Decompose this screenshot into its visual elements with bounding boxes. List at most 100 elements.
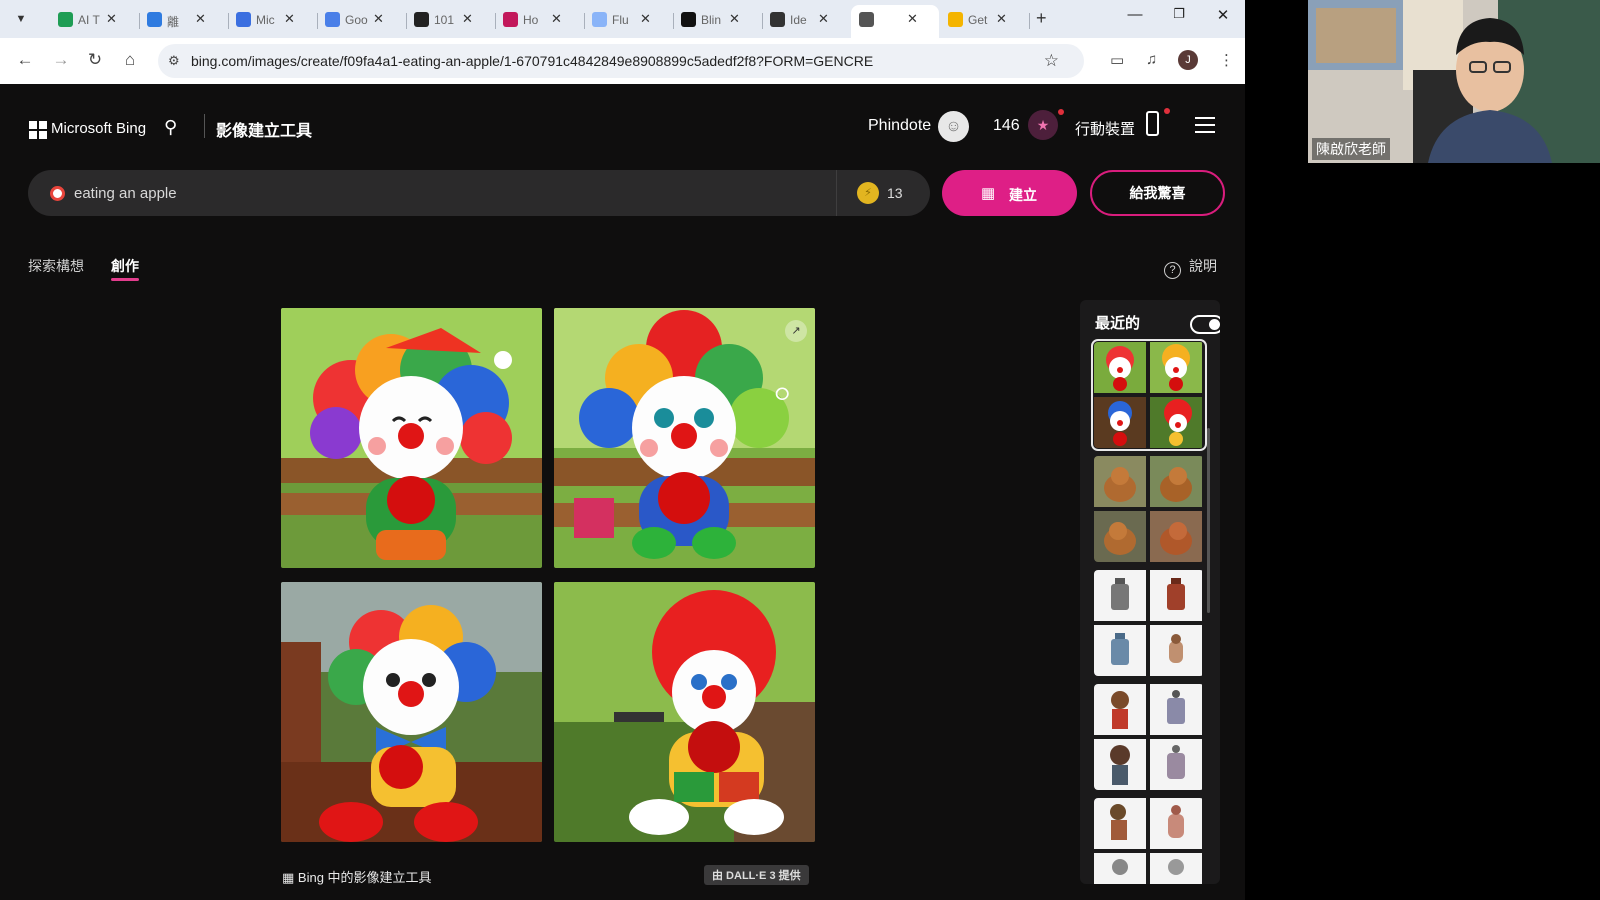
browser-tab[interactable]: Ho ✕ — [495, 5, 585, 35]
app-icon — [503, 12, 518, 27]
rewards-points[interactable]: 146 — [993, 117, 1020, 135]
openai-icon — [770, 12, 785, 27]
user-name[interactable]: Phindote — [868, 117, 931, 135]
create-button[interactable]: ▦ 建立 — [942, 170, 1077, 216]
screen: ▼ AI T ✕ 離 ✕ Mic ✕ Goo ✕ 101 ✕ Ho ✕ Flu ✕ Blin ✕ Ide ✕ ✕ Ge… — [0, 0, 1600, 900]
tab-search-chevron-icon[interactable]: ▼ — [10, 8, 32, 30]
tab-close-icon[interactable]: ✕ — [551, 11, 562, 27]
browser-tab[interactable]: Goo ✕ — [317, 5, 407, 35]
create-button-label: 建立 — [1009, 187, 1037, 203]
home-button[interactable]: ⌂ — [119, 50, 141, 70]
rewards-trophy-icon[interactable]: ★ — [1028, 110, 1058, 140]
bookmark-star-icon[interactable]: ☆ — [1044, 51, 1059, 71]
webcam-overlay: 陳啟欣老師 — [1308, 0, 1600, 163]
tab-close-icon[interactable]: ✕ — [729, 11, 740, 27]
tab-close-icon[interactable]: ✕ — [462, 11, 473, 27]
tab-title: Ho — [523, 13, 539, 27]
recent-group-lanterns[interactable] — [1094, 570, 1204, 676]
address-bar-row: ← → ↻ ⌂ ⚙ bing.com/images/create/f09fa4a… — [0, 38, 1245, 84]
page-title[interactable]: 影像建立工具 — [216, 117, 312, 141]
help-icon: ? — [1164, 262, 1181, 279]
bing-search-icon — [859, 12, 874, 27]
recent-scrollbar[interactable] — [1207, 428, 1210, 613]
generated-image-3[interactable] — [281, 582, 542, 842]
recent-group-characters[interactable] — [1094, 684, 1204, 790]
browser-tab[interactable]: Flu ✕ — [584, 5, 674, 35]
tab-close-icon[interactable]: ✕ — [818, 11, 829, 27]
image-creator-footer-icon: ▦ — [282, 870, 298, 885]
mobile-phone-icon[interactable] — [1146, 111, 1159, 136]
webcam-name-label: 陳啟欣老師 — [1312, 138, 1390, 160]
recent-group-animals[interactable] — [1094, 456, 1204, 562]
generated-image-4[interactable] — [554, 582, 815, 842]
tab-close-icon[interactable]: ✕ — [195, 11, 206, 27]
mobile-notification-dot — [1164, 108, 1170, 114]
dalle-badge: 由 DALL·E 3 提供 — [704, 865, 809, 885]
back-button[interactable]: ← — [14, 50, 36, 70]
help-link[interactable]: ? 說明 — [1164, 256, 1217, 279]
image-creator-footer-label: Bing 中的影像建立工具 — [297, 870, 432, 885]
recent-group-clowns[interactable] — [1091, 339, 1207, 451]
create-image-icon: ▦ — [981, 185, 996, 202]
media-control-icon[interactable]: ♫ — [1146, 51, 1157, 68]
restore-button[interactable]: ❐ — [1164, 6, 1194, 22]
docs-icon — [236, 12, 251, 27]
browser-tab[interactable]: AI T ✕ — [50, 5, 140, 35]
tab-close-icon[interactable]: ✕ — [373, 11, 384, 27]
cast-icon[interactable]: ▭ — [1110, 51, 1124, 69]
browser-tab[interactable]: Ide ✕ — [762, 5, 850, 35]
flux-icon — [592, 12, 607, 27]
generated-image-1[interactable] — [281, 308, 542, 568]
tab-close-icon[interactable]: ✕ — [106, 11, 117, 27]
mobile-link[interactable]: 行動裝置 — [1075, 118, 1135, 139]
browser-tab[interactable]: 101 ✕ — [406, 5, 496, 35]
profile-avatar[interactable]: J — [1178, 50, 1198, 70]
prompt-bar: ⚡ 13 — [28, 170, 930, 216]
tab-close-icon[interactable]: ✕ — [640, 11, 651, 27]
reload-button[interactable]: ↻ — [84, 50, 106, 70]
browser-tab[interactable]: Blin ✕ — [673, 5, 763, 35]
close-window-button[interactable]: ✕ — [1208, 6, 1238, 24]
forward-button[interactable]: → — [50, 50, 72, 70]
generated-image-2[interactable]: ↗ — [554, 308, 815, 568]
share-icon[interactable]: ↗ — [785, 320, 807, 342]
active-tab-indicator — [111, 278, 139, 281]
tab-title: Goo — [345, 13, 368, 27]
recent-toggle[interactable] — [1190, 315, 1220, 334]
header-divider — [204, 114, 205, 138]
browser-tab[interactable]: Mic ✕ — [228, 5, 318, 35]
browser-tab[interactable]: ✕ — [851, 5, 939, 38]
search-icon[interactable]: ⚲ — [164, 117, 177, 138]
recent-title: 最近的 — [1095, 315, 1141, 332]
chrome-menu-icon[interactable]: ⋮ — [1219, 51, 1234, 69]
browser-window: ▼ AI T ✕ 離 ✕ Mic ✕ Goo ✕ 101 ✕ Ho ✕ Flu ✕ Blin ✕ Ide ✕ ✕ Ge… — [0, 0, 1245, 900]
minimize-button[interactable]: — — [1120, 6, 1150, 23]
microsoft-logo-icon — [29, 121, 47, 139]
hamburger-menu-icon[interactable] — [1195, 117, 1215, 138]
tab-separator — [1029, 13, 1030, 29]
tab-title: Blin — [701, 13, 722, 27]
tab-close-icon[interactable]: ✕ — [284, 11, 295, 27]
chrome-c-icon — [147, 12, 162, 27]
tab-strip: ▼ AI T ✕ 離 ✕ Mic ✕ Goo ✕ 101 ✕ Ho ✕ Flu ✕ Blin ✕ Ide ✕ ✕ Ge… — [0, 0, 1245, 38]
tab-close-icon[interactable]: ✕ — [907, 11, 918, 27]
recent-group-more[interactable] — [1094, 798, 1204, 884]
image-creator-footer-link[interactable]: ▦ Bing 中的影像建立工具 — [282, 867, 432, 886]
tab-explore-ideas[interactable]: 探索構想 — [28, 256, 84, 276]
tab-title: Ide — [790, 13, 807, 27]
omnibox[interactable]: ⚙ bing.com/images/create/f09fa4a1-eating… — [158, 44, 1084, 78]
tab-close-icon[interactable]: ✕ — [996, 11, 1007, 27]
browser-tab[interactable]: 離 ✕ — [139, 5, 229, 35]
prompt-input[interactable] — [74, 181, 834, 205]
url-text[interactable]: bing.com/images/create/f09fa4a1-eating-a… — [191, 53, 873, 69]
tab-creations[interactable]: 創作 — [111, 256, 139, 276]
new-tab-button[interactable]: + — [1036, 8, 1047, 29]
help-label: 說明 — [1189, 258, 1217, 274]
site-info-icon[interactable]: ⚙ — [168, 53, 180, 69]
sheets-icon — [58, 12, 73, 27]
user-avatar-icon[interactable]: ☺ — [938, 111, 969, 142]
notification-dot — [1058, 109, 1064, 115]
triangle-icon — [681, 12, 696, 27]
browser-tab[interactable]: Get ✕ — [940, 5, 1030, 35]
surprise-me-button[interactable]: 給我驚喜 — [1090, 170, 1225, 216]
